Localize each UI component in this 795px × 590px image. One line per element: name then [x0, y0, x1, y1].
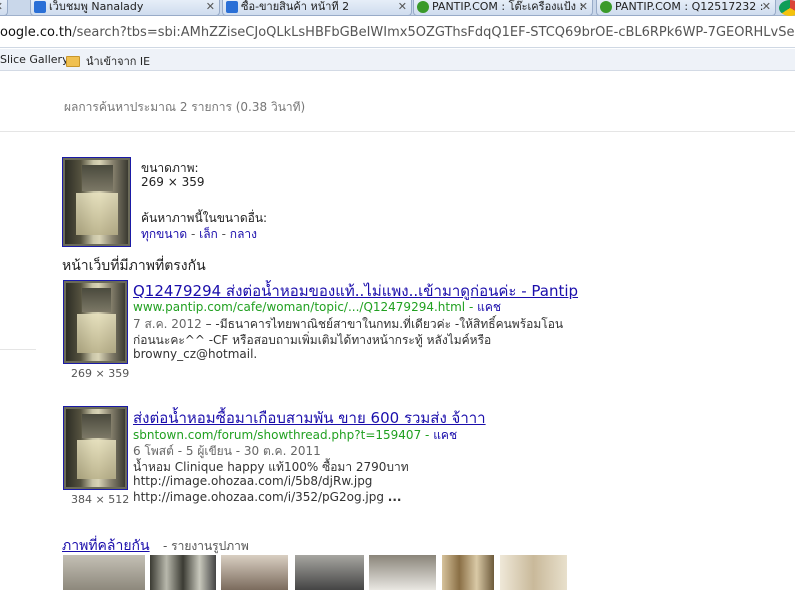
site-favicon-icon	[226, 1, 238, 13]
result-snippet: http://image.ohozaa.com/i/5b8/djRw.jpg	[133, 474, 373, 488]
similar-image-thumbnail[interactable]	[500, 555, 567, 590]
similar-image-thumbnail[interactable]	[442, 555, 494, 590]
result-image-dims: 384 × 512	[71, 493, 130, 506]
tab-strip: ✕ เว็บชมพู Nanalady ✕ ซื้อ-ขายสินค้า หน้…	[0, 0, 795, 16]
result-image-dims: 269 × 359	[71, 367, 130, 380]
result-snippet: http://image.ohozaa.com/i/352/pG2og.jpg …	[133, 490, 401, 504]
result-date: 6 โพสต์ - 5 ผู้เขียน - 30 ต.ค. 2011	[133, 444, 321, 458]
matching-pages-heading: หน้าเว็บที่มีภาพที่ตรงกัน	[62, 258, 206, 274]
result-thumbnail[interactable]	[63, 280, 128, 364]
snippet-text: http://image.ohozaa.com/i/352/pG2og.jpg	[133, 490, 384, 504]
close-icon[interactable]: ✕	[206, 0, 215, 14]
url-field[interactable]: oogle.co.th/search?tbs=sbi:AMhZZiseCJoQL…	[0, 25, 795, 40]
bookmark-folder-ie[interactable]: นำเข้าจาก IE	[66, 52, 150, 70]
address-bar[interactable]: oogle.co.th/search?tbs=sbi:AMhZZiseCJoQL…	[0, 17, 795, 48]
separator: -	[217, 227, 230, 241]
tab-4[interactable]: PANTIP.COM : Q12517232 : ✕	[596, 0, 776, 16]
bookmark-slice-gallery[interactable]: Slice Gallery	[0, 53, 69, 66]
tab-3[interactable]: PANTIP.COM : โต๊ะเครื่องแป้ง : ✕	[413, 0, 593, 16]
cache-link[interactable]: แคช	[433, 428, 457, 442]
result-url-text: www.pantip.com/cafe/woman/topic/.../Q124…	[133, 300, 466, 314]
similar-image-thumbnail[interactable]	[150, 555, 216, 590]
bookmark-label: นำเข้าจาก IE	[86, 55, 151, 68]
result-thumbnail[interactable]	[63, 406, 128, 490]
folder-icon	[66, 56, 80, 67]
url-path: /search?tbs=sbi:AMhZZiseCJoQLkLsHBFbGBeI…	[72, 25, 795, 40]
ellipsis: ...	[387, 490, 402, 504]
similar-image-thumbnail[interactable]	[63, 555, 145, 590]
divider	[0, 131, 795, 132]
result-url-text: sbntown.com/forum/showthread.php?t=15940…	[133, 428, 422, 442]
browser-window: ✕ เว็บชมพู Nanalady ✕ ซื้อ-ขายสินค้า หน้…	[0, 0, 795, 590]
separator: -	[187, 227, 200, 241]
tab-2[interactable]: ซื้อ-ขายสินค้า หน้าที่ 2 ✕	[222, 0, 412, 16]
snippet-text: – -มีธนาคารไทยพาณิชย์สาขาในกทม.ที่เดียวค…	[201, 317, 564, 331]
size-link-medium[interactable]: กลาง	[230, 227, 257, 241]
results-stats: ผลการค้นหาประมาณ 2 รายการ (0.38 วินาที)	[64, 100, 306, 114]
size-link-all[interactable]: ทุกขนาด	[141, 227, 187, 241]
similar-image-thumbnail[interactable]	[369, 555, 436, 590]
similar-image-thumbnail[interactable]	[295, 555, 364, 590]
similar-images-heading[interactable]: ภาพที่คล้ายกัน	[62, 535, 150, 557]
url-host: oogle.co.th	[0, 25, 73, 40]
pantip-favicon-icon	[417, 1, 429, 13]
close-icon[interactable]: ✕	[0, 0, 3, 14]
image-size-value: 269 × 359	[141, 175, 205, 189]
result-snippet: browny_cz@hotmail.	[133, 347, 258, 361]
tab-label: PANTIP.COM : โต๊ะเครื่องแป้ง :	[432, 0, 584, 13]
tab-partial[interactable]: ✕	[0, 0, 8, 16]
close-icon[interactable]: ✕	[762, 0, 771, 14]
browser-logo-icon	[779, 0, 795, 16]
tab-1[interactable]: เว็บชมพู Nanalady ✕	[30, 0, 220, 16]
pantip-favicon-icon	[600, 1, 612, 13]
query-image-thumbnail[interactable]	[62, 157, 131, 247]
similar-image-thumbnail[interactable]	[221, 555, 288, 590]
site-favicon-icon	[34, 1, 46, 13]
tab-label: ซื้อ-ขายสินค้า หน้าที่ 2	[241, 0, 350, 13]
size-link-small[interactable]: เล็ก	[199, 227, 218, 241]
tab-label: PANTIP.COM : Q12517232 :	[615, 0, 764, 13]
cache-link[interactable]: แคช	[477, 300, 501, 314]
result-date: 7 ส.ค. 2012	[133, 317, 202, 331]
report-images-link[interactable]: - รายงานรูปภาพ	[163, 537, 249, 556]
size-links: ทุกขนาด - เล็ก - กลาง	[141, 225, 257, 244]
close-icon[interactable]: ✕	[579, 0, 588, 14]
tab-label: เว็บชมพู Nanalady	[49, 0, 144, 13]
close-icon[interactable]: ✕	[398, 0, 407, 14]
bookmarks-bar: Slice Gallery นำเข้าจาก IE	[0, 49, 795, 71]
divider	[0, 349, 36, 350]
